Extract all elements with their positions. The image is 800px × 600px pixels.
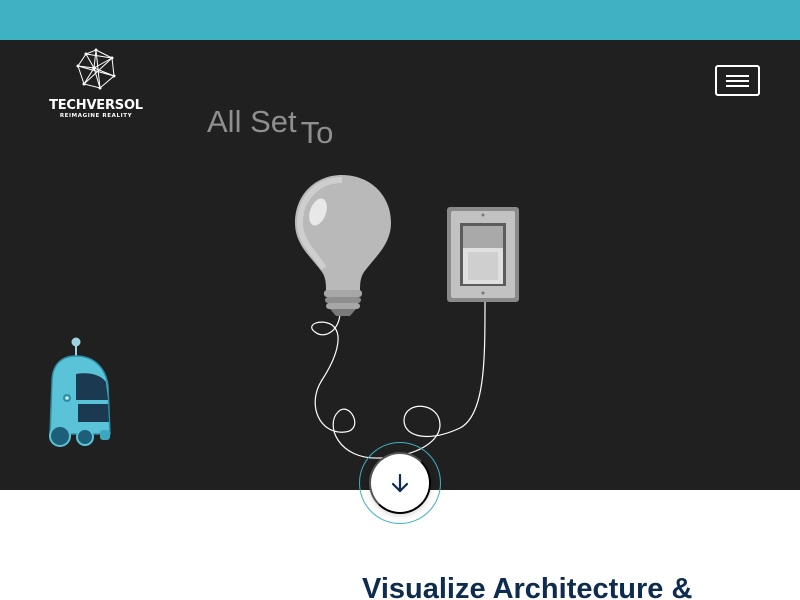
bulb-switch-illustration: [295, 175, 519, 459]
light-switch-icon: [447, 207, 519, 302]
top-accent-bar: [0, 0, 800, 40]
light-bulb-icon: [295, 175, 391, 316]
power-cord: [311, 301, 486, 459]
robot-mascot-icon: [49, 337, 111, 447]
section-title: Visualize Architecture &: [362, 573, 693, 600]
arrow-down-icon: [391, 473, 409, 493]
scroll-down-button[interactable]: [369, 452, 431, 514]
hero-banner: TECHVERSOL REIMAGINE REALITY All Set To: [0, 40, 800, 490]
